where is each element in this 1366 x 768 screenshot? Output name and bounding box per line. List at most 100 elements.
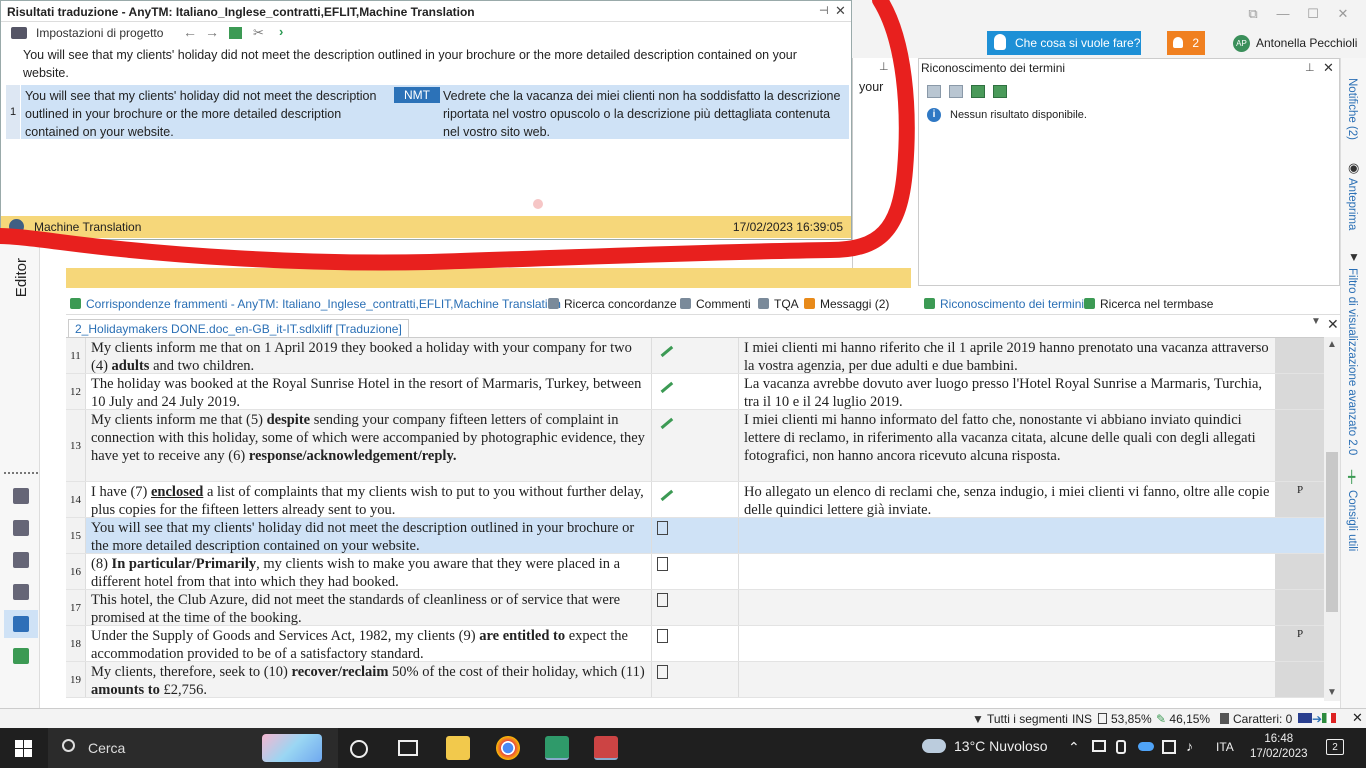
tab-tips[interactable]: Consigli utili [1346, 490, 1358, 551]
file-explorer-icon[interactable] [446, 736, 470, 760]
segment-status[interactable] [651, 374, 739, 409]
arrow-right-icon[interactable]: → [205, 24, 219, 40]
sidebar-splitter[interactable] [4, 472, 38, 474]
tab-comments[interactable]: Commenti [680, 297, 751, 311]
document-tab[interactable]: 2_Holidaymakers DONE.doc_en-GB_it-IT.sdl… [68, 319, 409, 337]
segment-row[interactable]: 19 My clients, therefore, seek to (10) re… [66, 662, 1324, 698]
monitor-icon[interactable] [1162, 740, 1176, 754]
trados-icon[interactable] [545, 736, 569, 760]
segment-number[interactable]: 15 [66, 518, 86, 553]
segment-number[interactable]: 18 [66, 626, 86, 661]
segment-row[interactable]: 12 The holiday was booked at the Royal Su… [66, 374, 1324, 410]
task-view-icon[interactable] [398, 740, 418, 756]
tab-tqa[interactable]: TQA [758, 297, 799, 311]
chevron-down-icon[interactable]: ▼ [1311, 316, 1321, 327]
close-icon[interactable]: ✕ [1323, 60, 1334, 76]
segment-number[interactable]: 13 [66, 410, 86, 481]
input-language[interactable]: ITA [1216, 740, 1234, 754]
window-controls[interactable]: ⧉ — ☐ ✕ [1238, 6, 1358, 22]
segment-status[interactable] [651, 662, 739, 697]
recorder-icon[interactable] [594, 736, 618, 760]
apply-icon[interactable] [229, 27, 242, 39]
term-tool-icon[interactable] [949, 85, 963, 98]
scroll-down-icon[interactable]: ▼ [1327, 687, 1337, 698]
segment-target[interactable]: I miei clienti mi hanno riferito che il … [739, 338, 1275, 374]
taskbar-search[interactable]: Cerca [48, 728, 338, 768]
weather-widget[interactable]: 13°C Nuvoloso [922, 738, 1048, 754]
termbase-edit-icon[interactable] [993, 85, 1007, 98]
results-row[interactable]: 1 You will see that my clients' holiday … [6, 85, 849, 139]
chrome-icon[interactable] [496, 736, 520, 760]
close-icon[interactable]: ✕ [1328, 6, 1358, 22]
segment-row[interactable]: 18 Under the Supply of Goods and Services… [66, 626, 1324, 662]
editor-vertical-tab[interactable]: Editor [13, 258, 30, 297]
termbase-add-icon[interactable] [971, 85, 985, 98]
cortana-icon[interactable] [350, 740, 368, 758]
pin-icon[interactable]: ⊥ [1305, 61, 1315, 74]
segment-target[interactable] [739, 662, 1275, 697]
segment-number[interactable]: 19 [66, 662, 86, 697]
sidebar-item-reports[interactable] [10, 581, 32, 603]
battery-icon[interactable] [1092, 740, 1106, 752]
tab-termbase-search[interactable]: Ricerca nel termbase [1084, 297, 1213, 311]
editor-scrollbar[interactable]: ▲ ▼ [1324, 337, 1340, 701]
restore-icon[interactable]: ⧉ [1238, 6, 1268, 22]
tab-advanced-filter[interactable]: Filtro di visualizzazione avanzato 2.0 [1346, 268, 1358, 455]
avatar[interactable]: AP [1233, 35, 1250, 52]
sidebar-item-projects[interactable] [10, 517, 32, 539]
close-icon[interactable]: ✕ [835, 3, 846, 19]
segment-row[interactable]: 15 You will see that my clients' holiday … [66, 518, 1324, 554]
volume-icon[interactable]: ♪ [1186, 738, 1193, 754]
settings-icon[interactable] [11, 27, 27, 39]
segment-status[interactable] [651, 554, 739, 589]
segment-status[interactable] [651, 626, 739, 661]
segment-row[interactable]: 13 My clients inform me that (5) despite … [66, 410, 1324, 482]
segment-number[interactable]: 11 [66, 338, 86, 373]
segment-number[interactable]: 12 [66, 374, 86, 409]
tab-fragment-matches[interactable]: Corrispondenze frammenti - AnyTM: Italia… [70, 297, 561, 311]
tab-concordance[interactable]: Ricerca concordanze [548, 297, 677, 311]
segment-target[interactable]: Ho allegato un elenco di reclami che, se… [739, 482, 1275, 518]
minimize-icon[interactable]: — [1268, 6, 1298, 21]
windows-start-icon[interactable] [15, 740, 32, 757]
segment-status[interactable] [651, 590, 739, 625]
tab-term-recognition[interactable]: Riconoscimento dei termini [924, 297, 1084, 311]
segment-number[interactable]: 14 [66, 482, 86, 517]
device-icon[interactable] [1116, 740, 1126, 754]
close-document-icon[interactable]: ✕ [1327, 316, 1339, 333]
sidebar-item-editor[interactable] [4, 610, 38, 638]
tab-preview[interactable]: Anteprima [1346, 178, 1358, 230]
sidebar-item-home[interactable] [10, 485, 32, 507]
pin-icon[interactable]: ⊥ [879, 60, 889, 73]
notification-center-icon[interactable]: 2 [1326, 739, 1344, 755]
segment-target[interactable] [739, 626, 1275, 661]
segment-row[interactable]: 16 (8) In particular/Primarily, my client… [66, 554, 1324, 590]
segment-row[interactable]: 11 My clients inform me that on 1 April 2… [66, 338, 1324, 374]
segment-row[interactable]: 14 I have (7) enclosed a list of complain… [66, 482, 1324, 518]
segment-target[interactable]: La vacanza avrebbe dovuto aver luogo pre… [739, 374, 1275, 410]
close-icon[interactable]: ✕ [1352, 710, 1363, 726]
user-name[interactable]: Antonella Pecchioli [1256, 36, 1357, 50]
tab-notifications[interactable]: Notifiche (2) [1346, 78, 1358, 140]
results-title-bar[interactable]: Risultati traduzione - AnyTM: Italiano_I… [1, 1, 851, 22]
pin-icon[interactable]: ⊣ [819, 4, 829, 17]
clock[interactable]: 16:48 17/02/2023 [1250, 732, 1308, 762]
maximize-icon[interactable]: ☐ [1298, 6, 1328, 22]
insert-mode[interactable]: INS [1072, 712, 1092, 726]
segment-target[interactable] [739, 554, 1275, 589]
segment-status[interactable] [651, 410, 739, 481]
segment-row[interactable]: 17 This hotel, the Club Azure, did not me… [66, 590, 1324, 626]
sidebar-item-translation-memories[interactable] [10, 645, 32, 667]
segment-status[interactable] [651, 482, 739, 517]
filter-status[interactable]: ▼ Tutti i segmenti [972, 712, 1068, 726]
chevron-up-icon[interactable]: ⌃ [1068, 739, 1080, 756]
segment-target[interactable] [739, 590, 1275, 625]
term-tool-icon[interactable] [927, 85, 941, 98]
scroll-up-icon[interactable]: ▲ [1327, 339, 1337, 350]
tools-icon[interactable]: ✂ [253, 25, 264, 41]
scroll-thumb[interactable] [1326, 452, 1338, 612]
segment-number[interactable]: 17 [66, 590, 86, 625]
help-search-button[interactable]: Che cosa si vuole fare? [987, 31, 1141, 55]
segment-target[interactable] [739, 518, 1275, 553]
project-settings-link[interactable]: Impostazioni di progetto [36, 26, 163, 40]
